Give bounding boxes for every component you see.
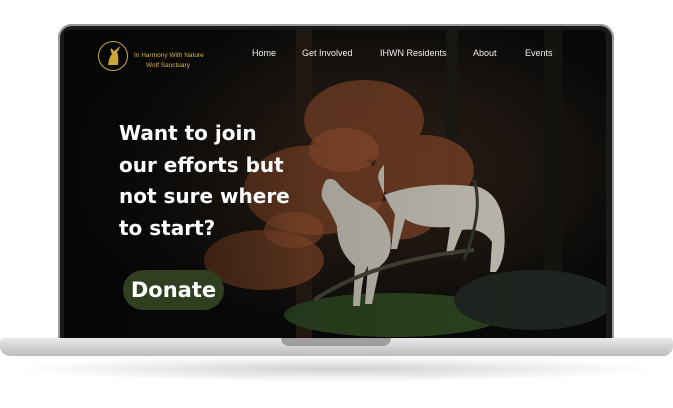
nav-events[interactable]: Events: [525, 48, 553, 58]
headline-line: our efforts but: [119, 152, 284, 177]
laptop-notch: [281, 338, 391, 346]
headline-line: to start?: [119, 215, 216, 240]
laptop-shadow: [14, 356, 659, 382]
nav-ihwn-residents[interactable]: IHWN Residents: [380, 48, 447, 58]
nav-get-involved[interactable]: Get Involved: [302, 48, 353, 58]
headline-line: not sure where: [119, 184, 290, 208]
donate-button[interactable]: Donate: [123, 270, 224, 310]
brand-tagline: Wolf Sanctuary: [146, 62, 190, 69]
headline-line: Want to join: [119, 121, 257, 145]
hero-headline: Want to join our efforts but not sure wh…: [119, 118, 319, 244]
website-screen: In Harmony With Nature Wolf Sanctuary Ho…: [64, 30, 606, 338]
brand-name-block: In Harmony With Nature Wolf Sanctuary: [134, 51, 204, 69]
nav-about[interactable]: About: [473, 48, 497, 58]
logo-badge[interactable]: [98, 41, 128, 71]
nav-home[interactable]: Home: [252, 48, 276, 58]
howling-wolf-icon: [108, 46, 120, 65]
brand-name: In Harmony With Nature: [134, 52, 204, 59]
